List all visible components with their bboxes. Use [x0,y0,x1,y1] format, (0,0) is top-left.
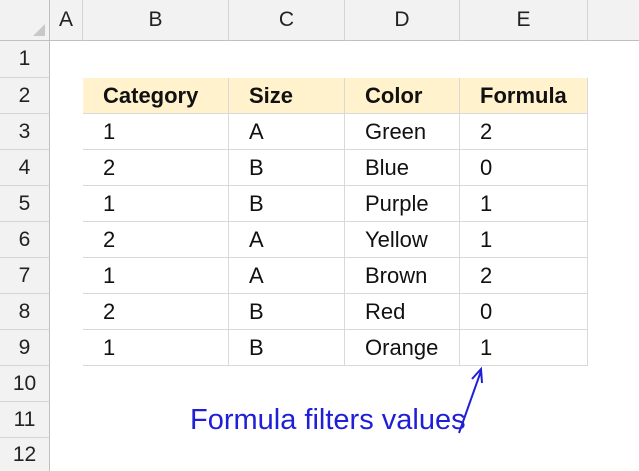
spreadsheet-grid: A B C D E 1 2 3 4 5 6 7 8 9 10 11 12 Cat… [0,0,639,471]
annotation-caption: Formula filters values [190,404,466,436]
annotation-arrow-icon [458,366,483,434]
